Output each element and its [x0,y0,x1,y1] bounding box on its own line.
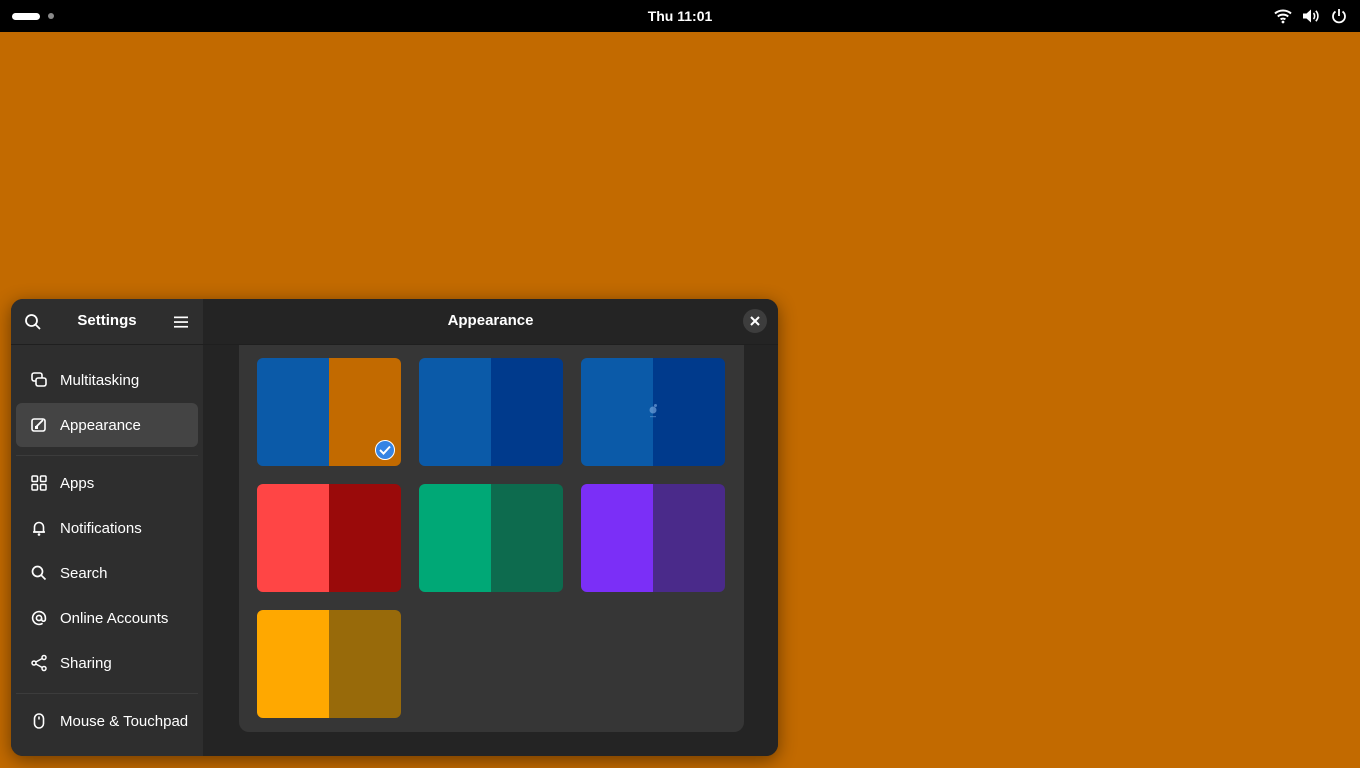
appearance-icon [28,414,50,436]
background-option-6[interactable] [581,484,725,592]
background-option-7[interactable] [257,610,401,718]
gnome-logo-icon [647,403,659,419]
background-option-3[interactable] [581,358,725,466]
sidebar-item-mouse-touchpad[interactable]: Mouse & Touchpad [16,699,198,743]
background-option-5[interactable] [419,484,563,592]
background-light-preview [257,484,329,592]
workspace-indicator [48,13,54,19]
power-icon[interactable] [1330,6,1348,26]
volume-icon[interactable] [1302,6,1320,26]
sidebar-item-apps[interactable]: Apps [16,461,198,505]
background-dark-preview [329,610,401,718]
background-option-4[interactable] [257,484,401,592]
search-icon [28,562,50,584]
hamburger-menu-icon [174,316,188,328]
background-option-2[interactable] [419,358,563,466]
background-light-preview [257,610,329,718]
sidebar-item-label: Online Accounts [60,609,169,627]
at-sign-icon [28,607,50,629]
settings-window: Settings Multitasking Appearance Apps No… [11,299,778,756]
sidebar-item-appearance[interactable]: Appearance [16,403,198,447]
background-light-preview [581,484,653,592]
background-dark-preview [653,484,725,592]
settings-main: Appearance [203,299,778,756]
sidebar-item-label: Notifications [60,519,142,537]
sidebar-header: Settings [11,299,203,345]
sidebar-item-search[interactable]: Search [16,551,198,595]
background-light-preview [581,358,653,466]
background-option-1[interactable] [257,358,401,466]
sidebar-item-label: Sharing [60,654,112,672]
clock[interactable]: Thu 11:01 [648,8,713,24]
background-dark-preview [491,484,563,592]
page-title: Appearance [447,312,534,329]
sidebar-divider [16,693,198,694]
workspace-indicator-active [12,12,40,20]
sidebar-item-notifications[interactable]: Notifications [16,506,198,550]
sidebar-item-sharing[interactable]: Sharing [16,641,198,685]
checkmark-icon [375,440,395,460]
background-light-preview [257,358,329,466]
background-light-preview [419,358,491,466]
wifi-icon[interactable] [1274,6,1292,26]
close-icon [750,316,760,326]
share-icon [28,652,50,674]
top-bar: Thu 11:01 [0,0,1360,32]
bell-icon [28,517,50,539]
system-tray[interactable] [1274,6,1348,26]
settings-sidebar: Settings Multitasking Appearance Apps No… [11,299,203,756]
sidebar-item-label: Mouse & Touchpad [60,712,189,730]
main-header: Appearance [203,299,778,345]
sidebar-item-online-accounts[interactable]: Online Accounts [16,596,198,640]
main-menu-button[interactable] [171,312,191,332]
mouse-icon [28,710,50,732]
activities-button[interactable] [12,8,60,24]
sidebar-item-label: Apps [60,474,95,492]
background-light-preview [419,484,491,592]
background-picker [239,345,744,732]
sidebar-item-label: Multitasking [60,371,140,389]
sidebar-item-multitasking[interactable]: Multitasking [16,358,198,402]
background-dark-preview [653,358,725,466]
background-dark-preview [329,484,401,592]
background-dark-preview [491,358,563,466]
close-button[interactable] [743,309,767,333]
multitasking-icon [28,369,50,391]
sidebar-item-label: Search [60,564,108,582]
apps-grid-icon [28,472,50,494]
sidebar-item-label: Appearance [60,416,141,434]
sidebar-divider [16,455,198,456]
